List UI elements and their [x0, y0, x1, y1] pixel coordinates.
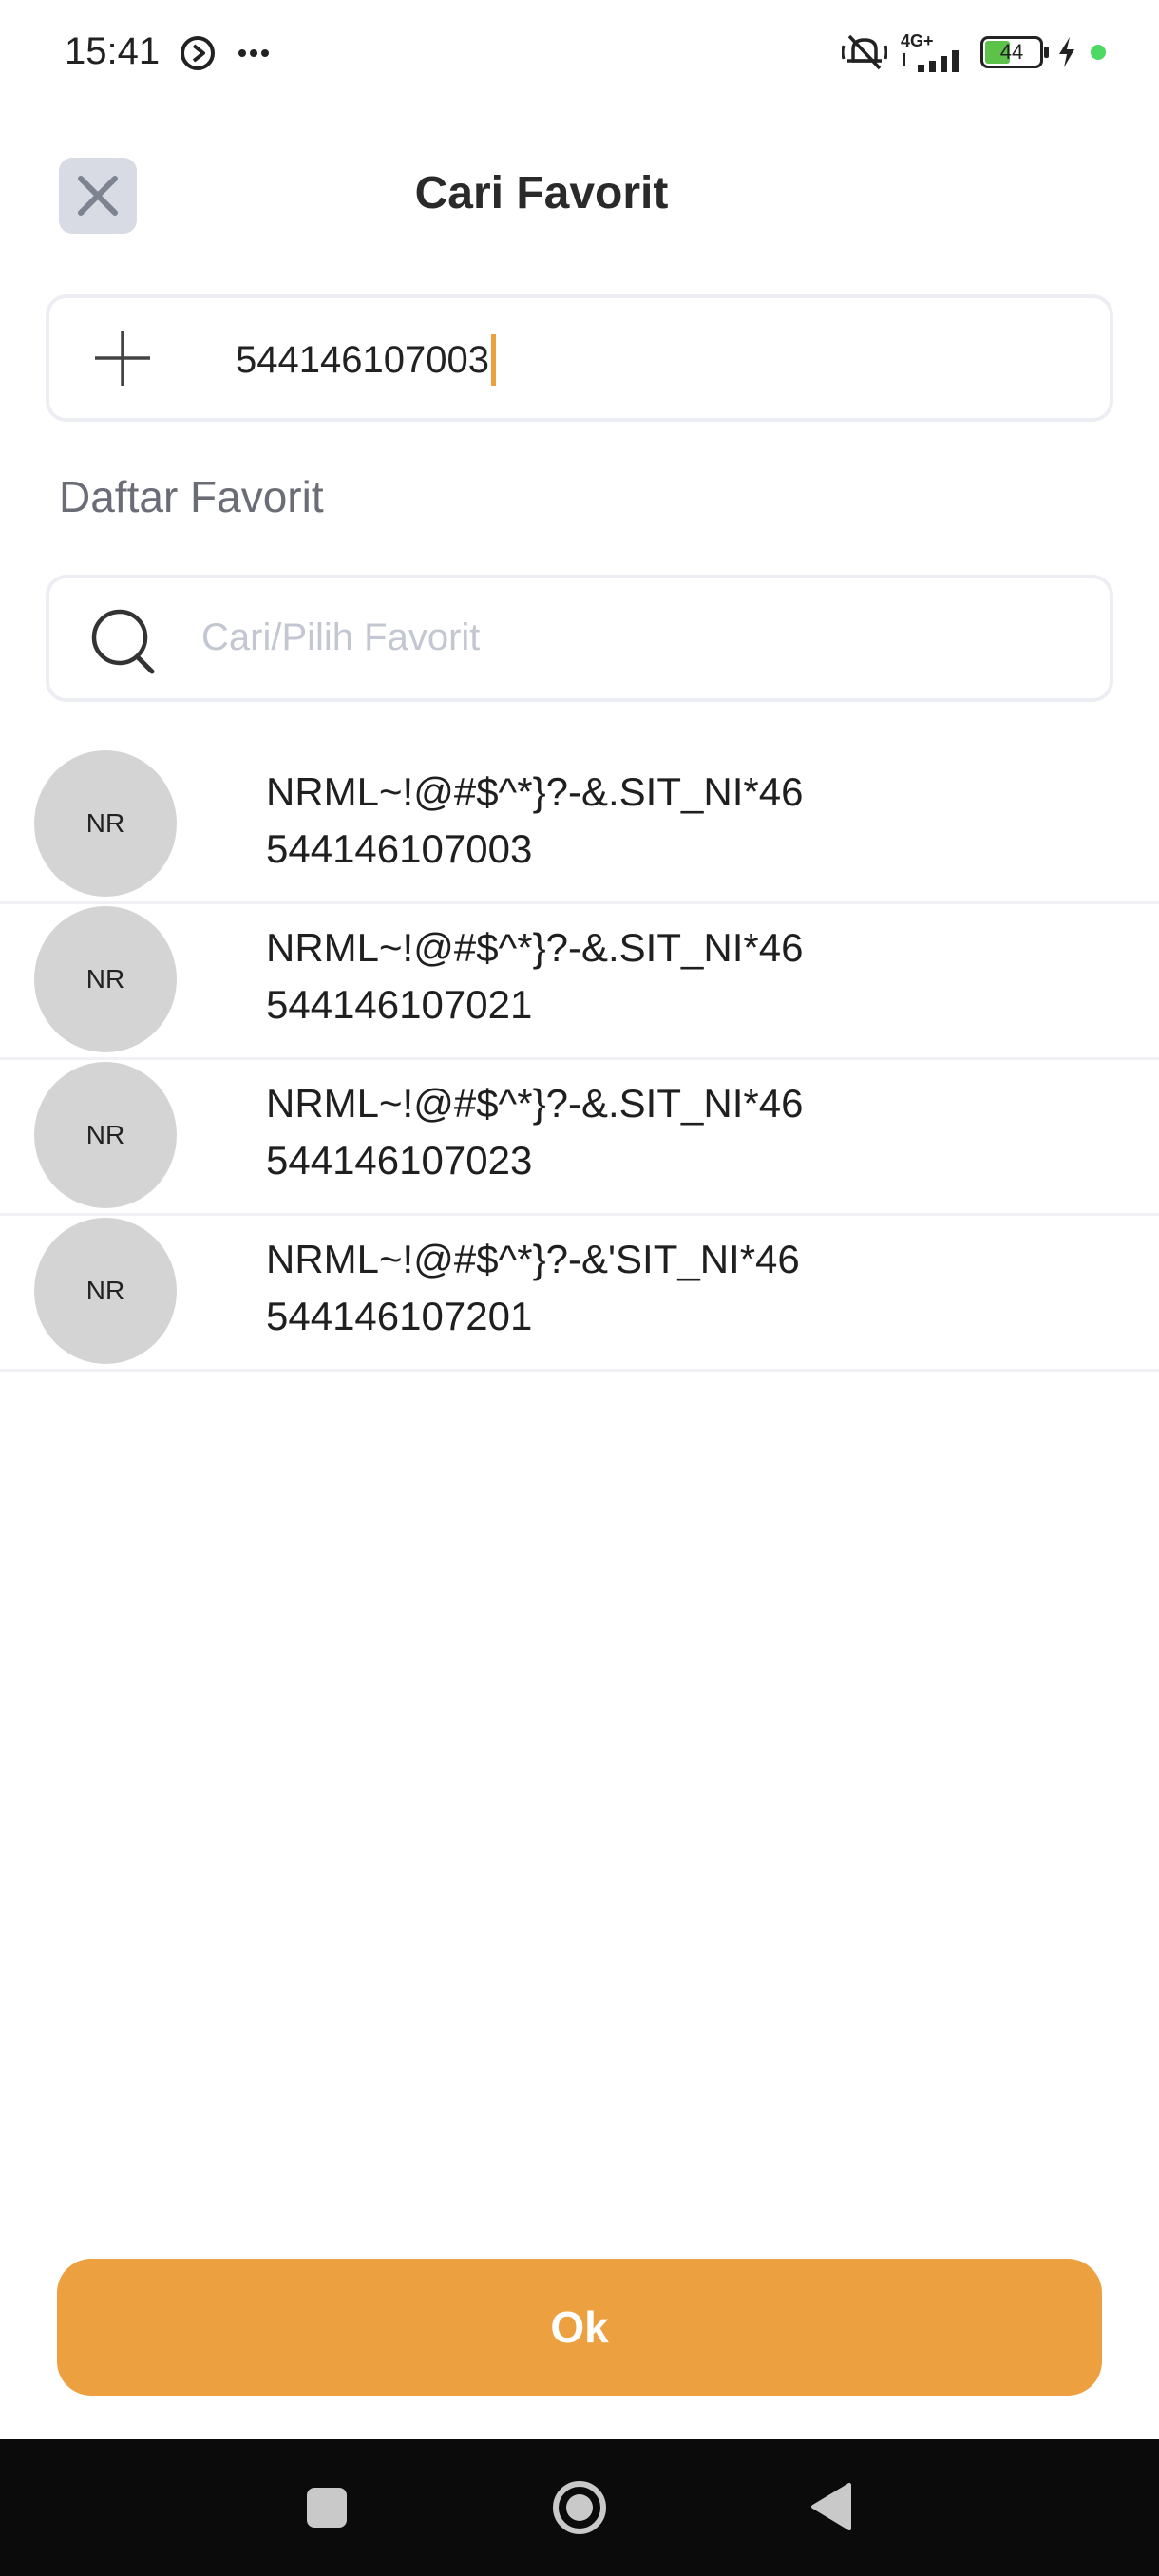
- favorite-number: 544146107023: [266, 1138, 533, 1183]
- charging-icon: [1059, 37, 1074, 67]
- favorite-number: 544146107021: [266, 982, 533, 1027]
- favorite-item[interactable]: NR NRML~!@#$^*}?-&.SIT_NI*46 54414610702…: [0, 904, 1159, 1060]
- favorite-name: NRML~!@#$^*}?-&.SIT_NI*46: [266, 925, 804, 970]
- recents-icon[interactable]: [307, 2488, 347, 2528]
- screen: 15:41 4G+ 44 Cari Favorit 544146107003 D…: [0, 0, 1159, 2576]
- favorite-number: 544146107201: [266, 1294, 533, 1338]
- account-number-text: 544146107003: [236, 338, 489, 381]
- favorite-name: NRML~!@#$^*}?-&'SIT_NI*46: [266, 1237, 800, 1281]
- favorite-name: NRML~!@#$^*}?-&.SIT_NI*46: [266, 1081, 804, 1126]
- account-number-field[interactable]: 544146107003: [46, 294, 1113, 422]
- favorite-search-input[interactable]: Cari/Pilih Favorit: [46, 575, 1113, 702]
- play-circle-icon: [180, 36, 215, 70]
- search-icon: [91, 609, 155, 674]
- signal-icon: [902, 50, 959, 72]
- battery-icon: 44: [980, 36, 1049, 68]
- network-indicator: 4G+: [901, 32, 967, 72]
- more-dots-icon: [238, 49, 269, 57]
- status-left-icons: [179, 34, 270, 72]
- favorite-number: 544146107003: [266, 826, 533, 871]
- avatar: NR: [34, 1062, 177, 1208]
- favorite-name: NRML~!@#$^*}?-&.SIT_NI*46: [266, 769, 804, 814]
- system-nav-bar: [0, 2439, 1159, 2576]
- network-type: 4G+: [901, 31, 934, 50]
- status-right-icons: 4G+ 44: [842, 32, 1106, 72]
- page-title: Cari Favorit: [414, 168, 669, 218]
- status-bar: 15:41 4G+ 44: [0, 0, 1159, 114]
- text-caret: [490, 334, 496, 386]
- avatar: NR: [34, 750, 177, 897]
- account-number-value: 544146107003: [236, 334, 496, 386]
- favorites-list: NR NRML~!@#$^*}?-&.SIT_NI*46 54414610700…: [0, 748, 1159, 1372]
- search-placeholder: Cari/Pilih Favorit: [201, 616, 481, 658]
- status-time: 15:41: [65, 30, 161, 72]
- battery-level: 44: [999, 40, 1024, 64]
- favorite-item[interactable]: NR NRML~!@#$^*}?-&.SIT_NI*46 54414610700…: [0, 748, 1159, 904]
- mute-icon: [842, 34, 887, 70]
- plus-icon[interactable]: [91, 327, 154, 389]
- ok-button[interactable]: Ok: [57, 2259, 1102, 2396]
- favorite-item[interactable]: NR NRML~!@#$^*}?-&.SIT_NI*46 54414610702…: [0, 1060, 1159, 1216]
- avatar: NR: [34, 906, 177, 1052]
- back-icon[interactable]: [809, 2481, 853, 2532]
- favorites-section-label: Daftar Favorit: [59, 472, 324, 521]
- home-icon[interactable]: [551, 2479, 608, 2536]
- favorite-item[interactable]: NR NRML~!@#$^*}?-&'SIT_NI*46 54414610720…: [0, 1216, 1159, 1372]
- avatar: NR: [34, 1218, 177, 1364]
- privacy-indicator-dot: [1091, 45, 1106, 60]
